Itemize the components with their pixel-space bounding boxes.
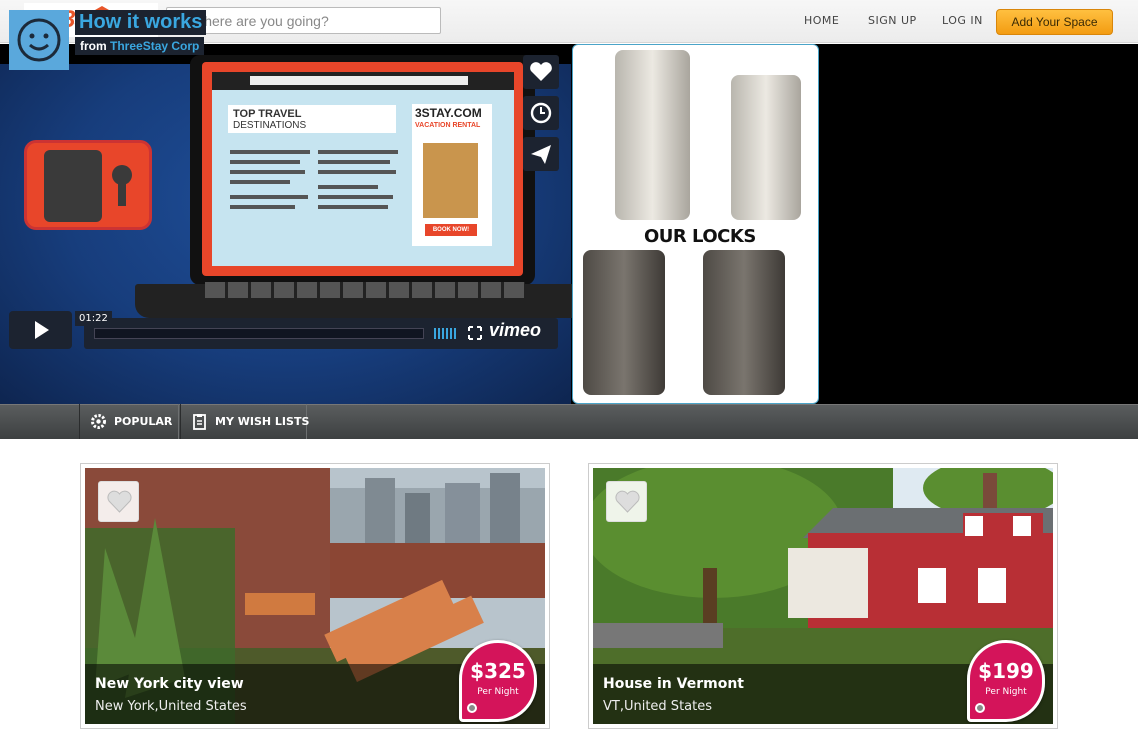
listing-photo[interactable]: House in Vermont VT,United States $199 P… xyxy=(593,468,1053,724)
clock-icon xyxy=(530,102,552,124)
text-line xyxy=(230,160,300,164)
from-label: from xyxy=(80,39,107,53)
listing-location: New York,United States xyxy=(95,699,247,714)
search-box[interactable] xyxy=(166,7,441,34)
heart-icon xyxy=(530,62,552,81)
price-unit: Per Night xyxy=(985,687,1027,697)
calculator-keypad-icon xyxy=(44,150,102,222)
gear-icon xyxy=(91,414,106,429)
share-button[interactable] xyxy=(523,137,559,171)
browser-url-bar xyxy=(250,76,468,85)
locks-label: OUR LOCKS xyxy=(644,226,756,247)
listing-photo[interactable]: New York city view New York,United State… xyxy=(85,468,545,724)
house-icon xyxy=(423,143,478,218)
keypad-deadbolt xyxy=(583,250,665,395)
price-dot-icon xyxy=(467,703,477,713)
search-input[interactable] xyxy=(191,10,436,31)
text-line xyxy=(318,160,390,164)
screen-heading-1: TOP TRAVEL xyxy=(233,108,302,120)
text-line xyxy=(230,150,310,154)
filter-wishlists-label: MY WISH LISTS xyxy=(215,415,310,428)
video-from-line: from ThreeStay Corp xyxy=(75,37,205,55)
nav-signup-link[interactable]: SIGN UP xyxy=(868,14,917,27)
text-line xyxy=(318,170,396,174)
listing-title[interactable]: New York city view xyxy=(95,676,244,692)
deadbolt-thumbturn xyxy=(703,250,785,395)
video-progress-bar[interactable] xyxy=(94,328,424,339)
listing-card[interactable]: House in Vermont VT,United States $199 P… xyxy=(588,463,1058,729)
video-title[interactable]: How it works xyxy=(75,10,207,35)
price-badge: $325 Per Night xyxy=(459,640,537,722)
video-owner-link[interactable]: ThreeStay Corp xyxy=(110,39,199,53)
channel-avatar[interactable] xyxy=(9,10,69,70)
heart-icon xyxy=(107,490,132,513)
text-line xyxy=(230,170,305,174)
locks-image xyxy=(572,44,819,404)
filter-popular-button[interactable]: POPULAR xyxy=(79,404,179,439)
price-amount: $325 xyxy=(470,659,526,683)
volume-control[interactable] xyxy=(434,328,458,339)
text-line xyxy=(318,205,388,209)
ad-title: 3STAY.COM xyxy=(415,106,482,120)
wishlist-button[interactable] xyxy=(98,481,139,522)
wishlist-button[interactable] xyxy=(606,481,647,522)
keypad-lever-lock xyxy=(615,50,690,220)
nav-home-link[interactable]: HOME xyxy=(804,14,839,27)
text-line xyxy=(230,205,295,209)
like-button[interactable] xyxy=(523,55,559,89)
text-line xyxy=(230,180,290,184)
paper-plane-icon xyxy=(531,145,551,164)
filter-wishlists-button[interactable]: MY WISH LISTS xyxy=(180,404,310,439)
play-icon xyxy=(35,321,49,339)
video-duration: 01:22 xyxy=(75,311,112,326)
vimeo-logo[interactable]: vimeo xyxy=(489,320,541,341)
nav-login-link[interactable]: LOG IN xyxy=(942,14,983,27)
price-badge: $199 Per Night xyxy=(967,640,1045,722)
price-amount: $199 xyxy=(978,659,1034,683)
play-button[interactable] xyxy=(9,311,72,349)
ad-book-button: BOOK NOW! xyxy=(425,224,477,236)
laptop-keyboard xyxy=(205,282,525,298)
heart-icon xyxy=(615,490,640,513)
clipboard-icon xyxy=(193,414,206,430)
listing-location: VT,United States xyxy=(603,699,712,714)
text-line xyxy=(318,195,393,199)
listing-card[interactable]: New York city view New York,United State… xyxy=(80,463,550,729)
lever-lock xyxy=(731,75,801,220)
add-your-space-button[interactable]: Add Your Space xyxy=(996,9,1113,35)
smiley-face-icon xyxy=(17,18,61,62)
price-dot-icon xyxy=(975,703,985,713)
screen-heading-2: DESTINATIONS xyxy=(233,120,307,131)
text-line xyxy=(230,195,308,199)
listing-title[interactable]: House in Vermont xyxy=(603,676,744,692)
text-line xyxy=(318,185,378,189)
text-line xyxy=(318,150,398,154)
ad-subtitle: VACATION RENTAL xyxy=(415,122,481,129)
fullscreen-icon[interactable] xyxy=(468,326,482,340)
keyhole-stem-icon xyxy=(118,180,126,206)
filter-popular-label: POPULAR xyxy=(114,415,173,428)
watch-later-button[interactable] xyxy=(523,96,559,130)
price-unit: Per Night xyxy=(477,687,519,697)
